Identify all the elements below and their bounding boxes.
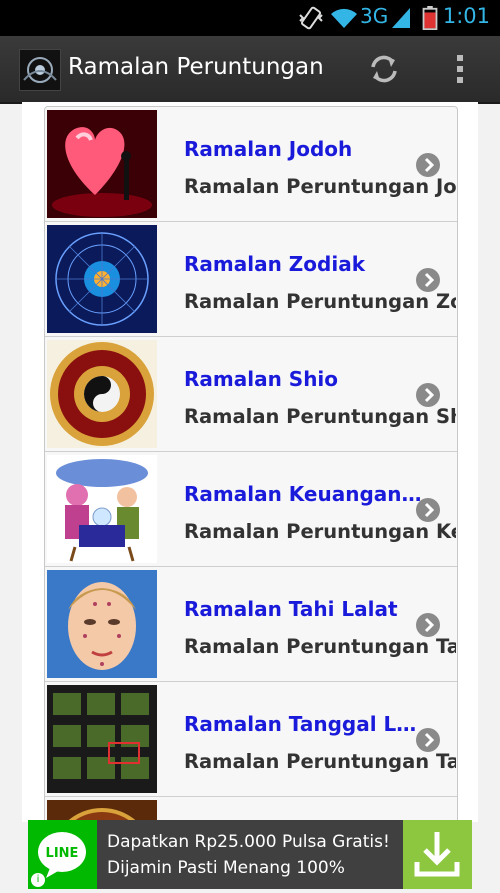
zodiac-wheel-thumbnail	[47, 225, 157, 333]
ad-info-icon[interactable]: i	[31, 873, 45, 887]
chevron-right-icon	[416, 613, 440, 637]
item-subtitle: Ramalan Peruntungan Keuangan	[184, 520, 456, 543]
item-title: Ramalan Shio	[184, 367, 339, 391]
status-bar: 3G 1:01	[0, 0, 500, 36]
item-title: Ramalan Tahi Lalat	[184, 597, 398, 621]
item-subtitle: Ramalan Peruntungan Zodiak	[184, 290, 456, 313]
network-type: 3G	[360, 4, 389, 28]
chevron-right-icon	[416, 728, 440, 752]
wifi-icon	[331, 8, 357, 28]
face-moles-thumbnail	[47, 570, 157, 678]
refresh-icon[interactable]	[362, 47, 406, 91]
ad-banner[interactable]: LINE i Dapatkan Rp25.000 Pulsa Gratis! D…	[28, 820, 472, 889]
chevron-right-icon	[416, 268, 440, 292]
list-item-keuangan[interactable]: Ramalan Keuangan … Ramalan Peruntungan K…	[45, 452, 457, 567]
chevron-right-icon	[416, 498, 440, 522]
item-subtitle: Ramalan Peruntungan Jodoh	[184, 175, 456, 198]
calendar-thumbnail	[47, 685, 157, 793]
ad-headline: Dapatkan Rp25.000 Pulsa Gratis!	[107, 832, 390, 852]
line-logo-icon: LINE i	[28, 820, 97, 889]
download-icon	[414, 832, 460, 877]
item-subtitle: Ramalan Peruntungan Shio	[184, 405, 456, 428]
chevron-right-icon	[416, 153, 440, 177]
list-item-shio[interactable]: Ramalan Shio Ramalan Peruntungan Shio	[45, 337, 457, 452]
app-title: Ramalan Peruntungan	[68, 54, 324, 80]
item-title: Ramalan Tanggal L…	[184, 712, 417, 736]
menu-list: Ramalan Jodoh Ramalan Peruntungan Jodoh …	[44, 106, 458, 823]
signal-icon	[392, 8, 410, 28]
list-item-tanggal-lahir[interactable]: Ramalan Tanggal L… Ramalan Peruntungan T…	[45, 682, 457, 797]
shio-wheel-thumbnail	[47, 340, 157, 448]
chevron-right-icon	[416, 383, 440, 407]
heart-thumbnail	[47, 110, 157, 218]
action-bar: Ramalan Peruntungan	[0, 36, 500, 104]
vibrate-icon	[299, 6, 323, 30]
item-title: Ramalan Jodoh	[184, 137, 353, 161]
download-button[interactable]	[403, 820, 472, 889]
item-title: Ramalan Zodiak	[184, 252, 365, 276]
item-title: Ramalan Keuangan …	[184, 482, 424, 506]
overflow-menu-icon[interactable]	[440, 47, 480, 91]
item-subtitle: Ramalan Peruntungan Tanggal Lahir	[184, 750, 456, 773]
clock: 1:01	[442, 4, 490, 28]
app-logo-icon[interactable]	[19, 49, 61, 91]
list-item-jodoh[interactable]: Ramalan Jodoh Ramalan Peruntungan Jodoh	[45, 107, 457, 222]
list-item-zodiak[interactable]: Ramalan Zodiak Ramalan Peruntungan Zodia…	[45, 222, 457, 337]
item-subtitle: Ramalan Peruntungan Tahi Lalat	[184, 635, 456, 658]
ad-subline: Dijamin Pasti Menang 100%	[107, 858, 345, 878]
battery-icon	[422, 6, 438, 30]
list-item-tahi-lalat[interactable]: Ramalan Tahi Lalat Ramalan Peruntungan T…	[45, 567, 457, 682]
line-logo-text: LINE	[46, 846, 79, 861]
fortune-teller-thumbnail	[47, 455, 157, 563]
